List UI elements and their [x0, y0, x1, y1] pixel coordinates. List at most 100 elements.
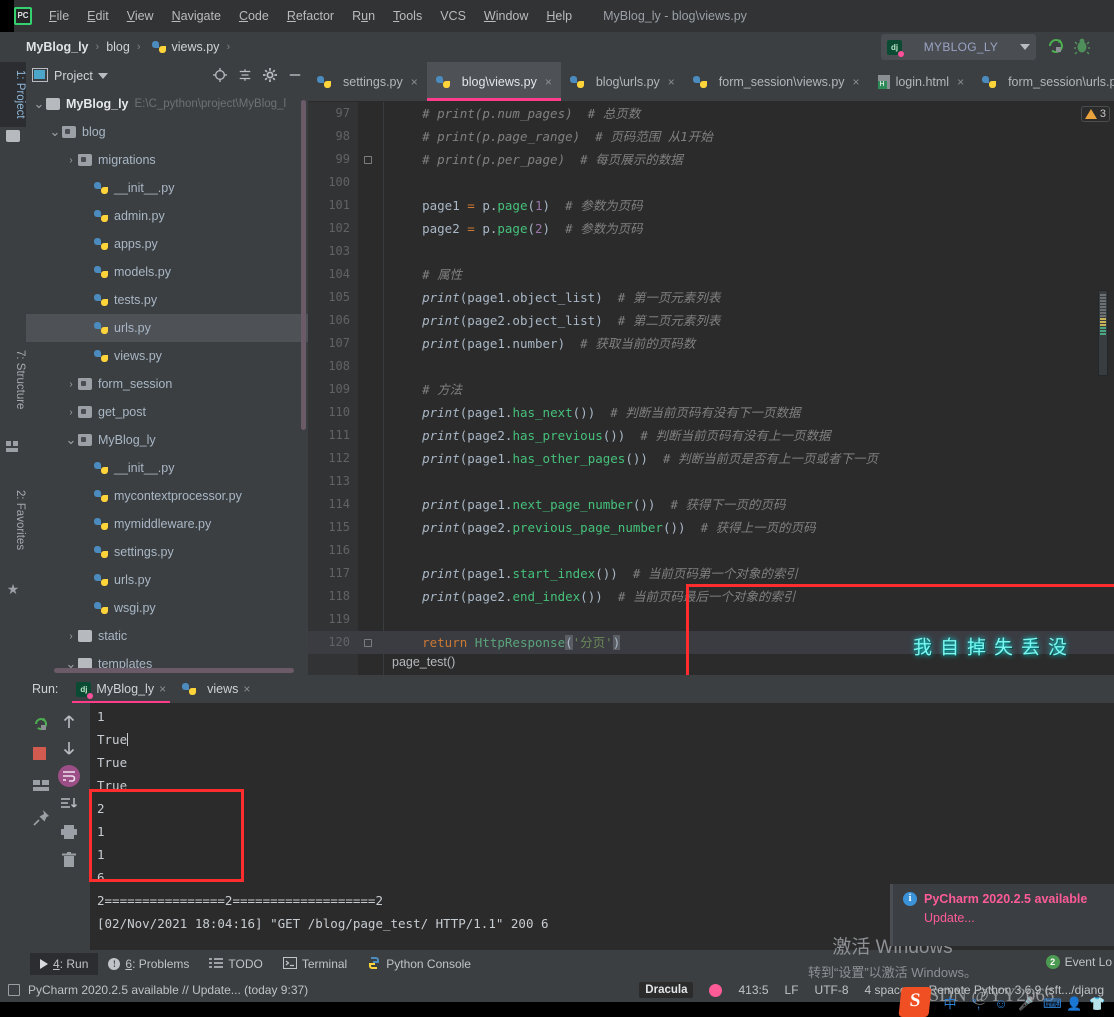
sidebar-tab-favorites[interactable]: 2: Favorites — [0, 482, 26, 558]
stop-icon[interactable] — [33, 747, 46, 760]
tree-node-static[interactable]: › static — [26, 622, 308, 650]
code-line-103[interactable]: 103 — [308, 240, 1114, 263]
tree-node-admin-py[interactable]: admin.py — [26, 202, 308, 230]
menu-help[interactable]: Help — [537, 5, 581, 27]
code-line-111[interactable]: 111 print(page2.has_previous()) # 判断当前页码… — [308, 424, 1114, 447]
code-line-110[interactable]: 110 print(page1.has_next()) # 判断当前页码有没有下… — [308, 401, 1114, 424]
fold-marker-icon[interactable] — [364, 639, 372, 647]
tree-node-views-py[interactable]: views.py — [26, 342, 308, 370]
editor-tab-login-html[interactable]: login.html × — [869, 62, 974, 101]
breadcrumb-item-2[interactable]: views.py — [172, 40, 220, 54]
tree-node-MyBlog_ly[interactable]: ⌄ MyBlog_ly — [26, 426, 308, 454]
close-icon[interactable]: × — [243, 682, 250, 696]
breadcrumb-item-0[interactable]: MyBlog_ly — [26, 40, 89, 54]
tree-node-__init__-py[interactable]: __init__.py — [26, 454, 308, 482]
minimize-icon[interactable] — [288, 68, 302, 85]
run-tab-views[interactable]: views × — [174, 679, 258, 699]
tree-node-settings-py[interactable]: settings.py — [26, 538, 308, 566]
editor-tab-form_session-urls-py[interactable]: form_session\urls.py× — [973, 62, 1114, 101]
bottom-tab-terminal[interactable]: Terminal — [273, 953, 357, 976]
menu-edit[interactable]: Edit — [78, 5, 118, 27]
editor-tab-form_session-views-py[interactable]: form_session\views.py × — [684, 62, 869, 101]
project-horizontal-scrollbar[interactable] — [54, 668, 294, 673]
ime-emoji-icon[interactable]: ☺ — [993, 996, 1009, 1012]
pin-icon[interactable] — [32, 809, 50, 827]
code-line-101[interactable]: 101 page1 = p.page(1) # 参数为页码 — [308, 194, 1114, 217]
rerun-icon[interactable] — [32, 715, 50, 733]
up-icon[interactable] — [60, 713, 78, 731]
tree-node-form_session[interactable]: › form_session — [26, 370, 308, 398]
menu-window[interactable]: Window — [475, 5, 537, 27]
tree-node-__init__-py[interactable]: __init__.py — [26, 174, 308, 202]
code-line-112[interactable]: 112 print(page1.has_other_pages()) # 判断当… — [308, 447, 1114, 470]
close-icon[interactable]: × — [957, 75, 964, 89]
code-line-119[interactable]: 119 — [308, 608, 1114, 631]
chevron-down-icon[interactable]: ⌄ — [48, 124, 62, 140]
chevron-right-icon[interactable]: › — [64, 155, 78, 166]
ime-user-icon[interactable]: 👤 — [1066, 996, 1082, 1012]
bottom-tab-problems[interactable]: ! 6: Problems — [98, 953, 199, 975]
tree-node-apps-py[interactable]: apps.py — [26, 230, 308, 258]
ime-skin-icon[interactable]: 👕 — [1089, 996, 1105, 1012]
code-line-104[interactable]: 104 # 属性 — [308, 263, 1114, 286]
editor-tab-blog-urls-py[interactable]: blog\urls.py × — [561, 62, 684, 101]
chevron-right-icon[interactable]: › — [64, 631, 78, 642]
tree-node-get_post[interactable]: › get_post — [26, 398, 308, 426]
tree-node-mymiddleware-py[interactable]: mymiddleware.py — [26, 510, 308, 538]
tree-node-tests-py[interactable]: tests.py — [26, 286, 308, 314]
run-button[interactable] — [1046, 36, 1066, 56]
close-icon[interactable]: × — [853, 75, 860, 89]
chevron-right-icon[interactable]: › — [64, 407, 78, 418]
status-message[interactable]: PyCharm 2020.2.5 available // Update... … — [28, 983, 308, 997]
debug-button[interactable] — [1072, 36, 1092, 56]
project-vertical-scrollbar[interactable] — [301, 100, 306, 430]
tree-node-wsgi-py[interactable]: wsgi.py — [26, 594, 308, 622]
chevron-down-icon[interactable] — [97, 73, 108, 79]
menu-vcs[interactable]: VCS — [431, 5, 475, 27]
tree-node-blog[interactable]: ⌄ blog — [26, 118, 308, 146]
scroll-to-end-icon[interactable] — [60, 795, 78, 813]
project-tree[interactable]: ⌄ MyBlog_ly E:\C_python\project\MyBlog_l ⌄ b… — [26, 90, 308, 675]
ime-keyboard-icon[interactable]: ⌨ — [1043, 996, 1062, 1012]
menu-tools[interactable]: Tools — [384, 5, 431, 27]
file-encoding[interactable]: UTF-8 — [815, 983, 849, 997]
code-line-116[interactable]: 116 — [308, 539, 1114, 562]
fold-marker-icon[interactable] — [364, 156, 372, 164]
theme-color-dot-icon[interactable] — [709, 983, 723, 997]
python-interpreter[interactable]: Remote Python 3.6.9 (sft.../djang — [929, 983, 1104, 997]
notification-action-link[interactable]: Update... — [924, 911, 1104, 925]
code-line-117[interactable]: 117 print(page1.start_index()) # 当前页码第一个… — [308, 562, 1114, 585]
code-lines[interactable]: 97 # print(p.num_pages) # 总页数 98 # print(… — [308, 102, 1114, 675]
code-line-105[interactable]: 105 print(page1.object_list) # 第一页元素列表 — [308, 286, 1114, 309]
code-minimap[interactable] — [1098, 290, 1108, 376]
gear-icon[interactable] — [263, 67, 277, 85]
bottom-tab-python-console[interactable]: Python Console — [357, 952, 481, 977]
code-line-115[interactable]: 115 print(page2.previous_page_number()) … — [308, 516, 1114, 539]
chevron-right-icon[interactable]: › — [64, 379, 78, 390]
bottom-tab-run[interactable]: 4: Run — [30, 953, 99, 975]
editor-tab-blog-views-py[interactable]: blog\views.py × — [426, 62, 561, 101]
sogou-ime-logo-icon[interactable]: S — [898, 987, 932, 1017]
editor-tab-bar[interactable]: settings.py × blog\views.py × blog\urls.py × f… — [308, 62, 1114, 102]
menu-run[interactable]: Run — [343, 5, 384, 27]
tree-node-models-py[interactable]: models.py — [26, 258, 308, 286]
code-line-118[interactable]: 118 print(page2.end_index()) # 当前页码最后一个对… — [308, 585, 1114, 608]
sidebar-tab-structure[interactable]: 7: Structure — [0, 342, 26, 417]
menu-code[interactable]: Code — [230, 5, 278, 27]
ime-voice-icon[interactable]: 🎤 — [1018, 996, 1034, 1012]
tree-node-urls-py[interactable]: urls.py — [26, 314, 308, 342]
ime-chinese-icon[interactable]: 中 — [942, 996, 958, 1012]
tree-node-MyBlog_ly[interactable]: ⌄ MyBlog_ly E:\C_python\project\MyBlog_l — [26, 90, 308, 118]
close-icon[interactable]: × — [668, 75, 675, 89]
code-line-99[interactable]: 99 # print(p.per_page) # 每页展示的数据 — [308, 148, 1114, 171]
code-line-109[interactable]: 109 # 方法 — [308, 378, 1114, 401]
notification-balloon[interactable]: i PyCharm 2020.2.5 available Update... — [890, 884, 1114, 946]
close-icon[interactable]: × — [545, 75, 552, 89]
bottom-tab-todo[interactable]: TODO — [199, 953, 272, 976]
ime-punctuation-icon[interactable]: °, — [968, 996, 984, 1012]
soft-wrap-icon[interactable] — [58, 765, 80, 787]
menu-view[interactable]: View — [118, 5, 163, 27]
tree-node-mycontextprocessor-py[interactable]: mycontextprocessor.py — [26, 482, 308, 510]
theme-indicator[interactable]: Dracula — [639, 982, 694, 998]
run-configuration-selector[interactable]: dj MYBLOG_LY — [881, 34, 1036, 60]
